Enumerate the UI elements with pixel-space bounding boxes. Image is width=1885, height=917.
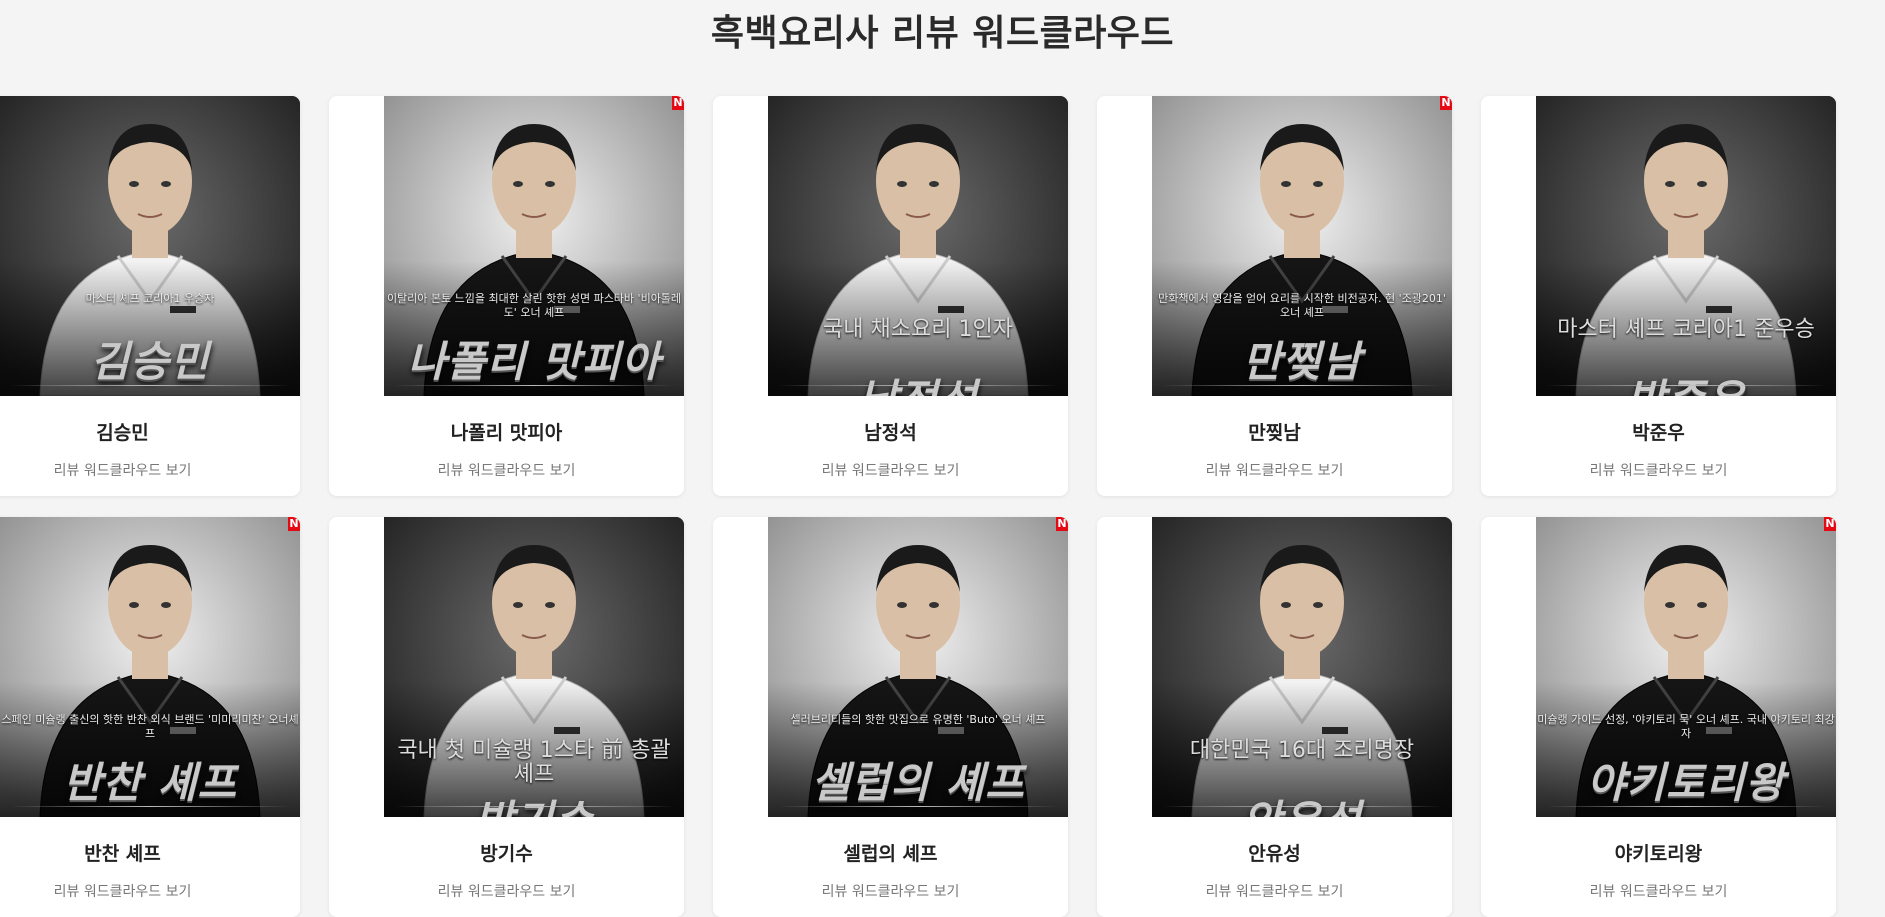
chef-tagline: 대한민국 16대 조리명장 xyxy=(1189,738,1415,763)
view-wordcloud-link[interactable]: 리뷰 워드클라우드 보기 xyxy=(1481,460,1836,480)
chef-name: 방기수 xyxy=(480,843,533,865)
netflix-logo-icon: N xyxy=(1824,517,1836,531)
chef-photo[interactable]: 국내 첫 미슐랭 1스타 前 총괄 셰프 방기수 xyxy=(384,517,684,817)
chef-nickname-overlay: 방기수 xyxy=(384,787,684,817)
divider-line xyxy=(778,385,1058,386)
chef-card[interactable]: 대한민국 16대 조리명장 안유성 안유성 리뷰 워드클라우드 보기 xyxy=(1097,517,1452,917)
chef-name: 반찬 셰프 xyxy=(84,843,161,865)
chef-tagline: 미슐랭 가이드 선정, '야키토리 묵' 오너 셰프. 국내 야키토리 최강자 xyxy=(1537,713,1835,740)
chef-card[interactable]: 마스터 셰프 코리아1 준우승 박준우 박준우 리뷰 워드클라우드 보기 xyxy=(1481,96,1836,496)
divider-line xyxy=(394,385,674,386)
divider-line xyxy=(1162,385,1442,386)
page-title: 흑백요리사 리뷰 워드클라우드 xyxy=(710,13,1175,54)
chef-card[interactable]: 국내 첫 미슐랭 1스타 前 총괄 셰프 방기수 방기수 리뷰 워드클라우드 보… xyxy=(329,517,684,917)
chef-name: 나폴리 맛피아 xyxy=(450,422,563,444)
chef-tagline: 마스터 셰프 코리아1 준우승 xyxy=(1557,317,1815,342)
chef-tagline: 셀러브리티들의 핫한 맛집으로 유명한 'Buto' 오너 셰프 xyxy=(790,713,1046,726)
view-wordcloud-link[interactable]: 리뷰 워드클라우드 보기 xyxy=(1097,881,1452,901)
chef-name: 야키토리왕 xyxy=(1614,843,1703,865)
chef-nickname-overlay: 만찢남 xyxy=(1242,337,1362,386)
chef-nickname-overlay: 나폴리 맛피아 xyxy=(407,337,661,386)
chef-tagline: 국내 채소요리 1인자 xyxy=(823,317,1013,342)
chef-tagline: 이탈리아 본토 느낌을 최대한 살린 핫한 성면 파스타바 '비아톨레도' 오너… xyxy=(386,292,682,319)
chef-photo[interactable]: 미슐랭 가이드 선정, '야키토리 묵' 오너 셰프. 국내 야키토리 최강자 … xyxy=(1536,517,1836,817)
chef-photo[interactable]: 스페인 미슐랭 출신의 핫한 반찬 외식 브랜드 '미미리미찬' 오너셰프 반찬… xyxy=(0,517,300,817)
chef-photo[interactable]: 대한민국 16대 조리명장 안유성 xyxy=(1152,517,1452,817)
view-wordcloud-link[interactable]: 리뷰 워드클라우드 보기 xyxy=(1481,881,1836,901)
netflix-logo-icon: N xyxy=(1056,517,1068,531)
chef-nickname-overlay: 안유성 xyxy=(1152,787,1452,817)
view-wordcloud-link[interactable]: 리뷰 워드클라우드 보기 xyxy=(1097,460,1452,480)
chef-nickname-overlay: 반찬 셰프 xyxy=(62,758,238,807)
chef-photo[interactable]: 셀러브리티들의 핫한 맛집으로 유명한 'Buto' 오너 셰프 셀럽의 셰프 … xyxy=(768,517,1068,817)
view-wordcloud-link[interactable]: 리뷰 워드클라우드 보기 xyxy=(713,460,1068,480)
chef-tagline: 마스터 셰프 코리아1 우승자 xyxy=(85,292,215,305)
divider-line xyxy=(394,806,674,807)
chef-name: 만찢남 xyxy=(1248,422,1301,444)
chef-portrait-illustration xyxy=(1152,517,1452,817)
chef-photo[interactable]: 이탈리아 본토 느낌을 최대한 살린 핫한 성면 파스타바 '비아톨레도' 오너… xyxy=(384,96,684,396)
view-wordcloud-link[interactable]: 리뷰 워드클라우드 보기 xyxy=(329,881,684,901)
chef-card[interactable]: 마스터 셰프 코리아1 우승자 김승민 김승민 리뷰 워드클라우드 보기 xyxy=(0,96,300,496)
divider-line xyxy=(10,385,290,386)
chef-card[interactable]: 이탈리아 본토 느낌을 최대한 살린 핫한 성면 파스타바 '비아톨레도' 오너… xyxy=(329,96,684,496)
chef-name: 안유성 xyxy=(1248,843,1301,865)
chef-card[interactable]: 스페인 미슐랭 출신의 핫한 반찬 외식 브랜드 '미미리미찬' 오너셰프 반찬… xyxy=(0,517,300,917)
chef-photo[interactable]: 국내 채소요리 1인자 남정석 xyxy=(768,96,1068,396)
chef-nickname-overlay: 박준우 xyxy=(1536,366,1836,396)
netflix-logo-icon: N xyxy=(1440,96,1452,110)
chef-photo[interactable]: 마스터 셰프 코리아1 준우승 박준우 xyxy=(1536,96,1836,396)
view-wordcloud-link[interactable]: 리뷰 워드클라우드 보기 xyxy=(713,881,1068,901)
chef-card[interactable]: 국내 채소요리 1인자 남정석 남정석 리뷰 워드클라우드 보기 xyxy=(713,96,1068,496)
chef-portrait-illustration xyxy=(768,96,1068,396)
chef-photo[interactable]: 만화책에서 영감을 얻어 요리를 시작한 비전공자. 현 '조광201' 오너 … xyxy=(1152,96,1452,396)
divider-line xyxy=(1546,806,1826,807)
chef-portrait-illustration xyxy=(1536,96,1836,396)
chef-name: 김승민 xyxy=(96,422,149,444)
chef-nickname-overlay: 김승민 xyxy=(90,337,210,386)
chef-nickname-overlay: 남정석 xyxy=(768,366,1068,396)
view-wordcloud-link[interactable]: 리뷰 워드클라우드 보기 xyxy=(0,881,300,901)
netflix-logo-icon: N xyxy=(288,517,300,531)
chef-tagline: 만화책에서 영감을 얻어 요리를 시작한 비전공자. 현 '조광201' 오너 … xyxy=(1158,292,1446,319)
divider-line xyxy=(778,806,1058,807)
divider-line xyxy=(10,806,290,807)
chef-photo[interactable]: 마스터 셰프 코리아1 우승자 김승민 xyxy=(0,96,300,396)
chef-card[interactable]: 만화책에서 영감을 얻어 요리를 시작한 비전공자. 현 '조광201' 오너 … xyxy=(1097,96,1452,496)
chef-nickname-overlay: 야키토리왕 xyxy=(1586,758,1786,807)
chef-nickname-overlay: 셀럽의 셰프 xyxy=(811,758,1025,807)
chef-tagline: 국내 첫 미슐랭 1스타 前 총괄 셰프 xyxy=(397,738,671,787)
chef-name: 박준우 xyxy=(1632,422,1685,444)
view-wordcloud-link[interactable]: 리뷰 워드클라우드 보기 xyxy=(0,460,300,480)
chef-name: 셀럽의 셰프 xyxy=(843,843,938,865)
chef-card[interactable]: 셀러브리티들의 핫한 맛집으로 유명한 'Buto' 오너 셰프 셀럽의 셰프 … xyxy=(713,517,1068,917)
divider-line xyxy=(1546,385,1826,386)
chef-card[interactable]: 미슐랭 가이드 선정, '야키토리 묵' 오너 셰프. 국내 야키토리 최강자 … xyxy=(1481,517,1836,917)
divider-line xyxy=(1162,806,1442,807)
chef-tagline: 스페인 미슐랭 출신의 핫한 반찬 외식 브랜드 '미미리미찬' 오너셰프 xyxy=(1,713,299,740)
chef-name: 남정석 xyxy=(864,422,917,444)
chef-card-grid: 마스터 셰프 코리아1 우승자 김승민 김승민 리뷰 워드클라우드 보기 이탈리… xyxy=(0,96,1836,917)
view-wordcloud-link[interactable]: 리뷰 워드클라우드 보기 xyxy=(329,460,684,480)
netflix-logo-icon: N xyxy=(672,96,684,110)
